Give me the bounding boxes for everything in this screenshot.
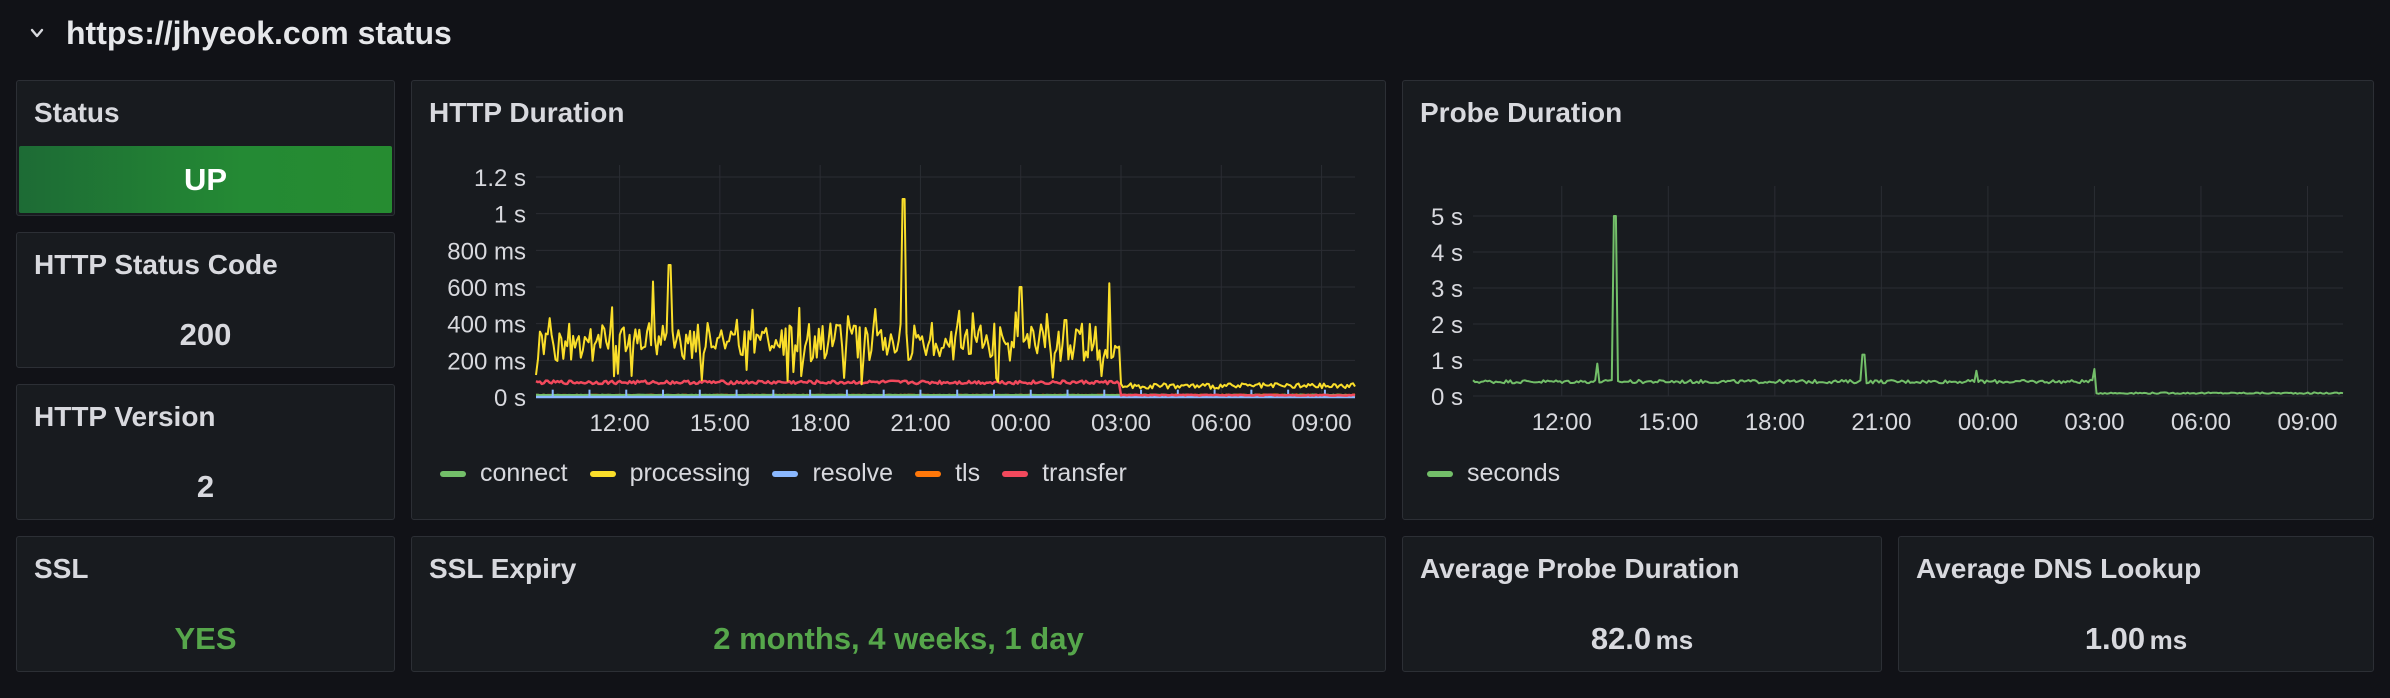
y-tick-label: 200 ms bbox=[447, 348, 526, 375]
http-status-code-panel: HTTP Status Code 200 bbox=[16, 232, 395, 368]
stat-number: 82.0 bbox=[1590, 621, 1652, 656]
row-header[interactable]: https://jhyeok.com status bbox=[30, 10, 452, 56]
http-version-value: 2 bbox=[196, 469, 215, 504]
x-tick-label: 00:00 bbox=[991, 410, 1051, 437]
y-tick-label: 1 s bbox=[494, 202, 526, 229]
y-tick-label: 5 s bbox=[1431, 204, 1463, 231]
x-tick-label: 21:00 bbox=[1851, 409, 1911, 436]
legend-label: seconds bbox=[1467, 459, 1561, 487]
legend-swatch bbox=[1002, 470, 1029, 477]
y-tick-label: 2 s bbox=[1431, 312, 1463, 339]
legend-swatch bbox=[915, 470, 942, 477]
stat-number: 1.00 bbox=[2084, 621, 2146, 656]
stat-unit: ms bbox=[1655, 625, 1694, 655]
x-tick-label: 09:00 bbox=[2277, 409, 2337, 436]
legend-swatch bbox=[440, 470, 466, 477]
series-line-seconds bbox=[1472, 215, 2344, 395]
legend-label: transfer bbox=[1042, 459, 1127, 487]
x-tick-label: 00:00 bbox=[1958, 409, 2018, 436]
chevron-down-icon bbox=[30, 28, 44, 38]
x-tick-label: 03:00 bbox=[1091, 410, 1151, 437]
panel-title: SSL bbox=[34, 553, 89, 584]
ssl-value: YES bbox=[174, 621, 237, 656]
y-tick-label: 1.2 s bbox=[474, 165, 526, 192]
x-tick-label: 03:00 bbox=[2064, 409, 2124, 436]
legend-label: resolve bbox=[812, 459, 894, 487]
y-tick-label: 4 s bbox=[1431, 240, 1463, 267]
panel-title: SSL Expiry bbox=[429, 553, 577, 584]
legend-swatch bbox=[772, 470, 799, 477]
http-version-panel: HTTP Version 2 bbox=[16, 384, 395, 520]
probe-duration-panel: Probe Duration 0 s1 s2 s3 s4 s5 s 12:00 15… bbox=[1402, 80, 2374, 520]
http-status-code-value: 200 bbox=[179, 317, 232, 352]
avg-probe-duration-value: 82.0 ms bbox=[1403, 621, 1881, 657]
row-title: https://jhyeok.com status bbox=[66, 14, 452, 51]
series-line-transfer bbox=[535, 379, 1356, 397]
y-tick-label: 3 s bbox=[1431, 276, 1463, 303]
ssl-expiry-value: 2 months, 4 weeks, 1 day bbox=[713, 621, 1084, 656]
legend-swatch bbox=[1427, 470, 1453, 477]
legend-item-connect[interactable]: connect bbox=[440, 459, 568, 488]
legend-swatch bbox=[589, 470, 616, 477]
y-tick-label: 1 s bbox=[1431, 348, 1463, 375]
panel-title: Average DNS Lookup bbox=[1916, 553, 2202, 584]
panel-title: Average Probe Duration bbox=[1420, 553, 1740, 584]
http-duration-panel: HTTP Duration 0 s 200 ms 400 ms 600 ms 800 m… bbox=[411, 80, 1386, 520]
legend-item-resolve[interactable]: resolve bbox=[772, 459, 893, 488]
status-value: UP bbox=[19, 146, 392, 213]
avg-probe-duration-panel: Average Probe Duration 82.0 ms bbox=[1402, 536, 1882, 672]
legend-label: connect bbox=[480, 459, 568, 487]
x-tick-label: 06:00 bbox=[2171, 409, 2231, 436]
panel-title: HTTP Version bbox=[34, 401, 216, 432]
legend-label: tls bbox=[955, 459, 981, 487]
ssl-panel: SSL YES bbox=[16, 536, 395, 672]
x-tick-label: 06:00 bbox=[1191, 410, 1251, 437]
x-tick-label: 18:00 bbox=[1745, 409, 1805, 436]
http-duration-chart: 0 s 200 ms 400 ms 600 ms 800 ms 1 s 1.2 s 12:00… bbox=[447, 165, 1356, 437]
y-tick-label: 0 s bbox=[494, 385, 526, 412]
chart-legend: connect processing resolve tls transfer bbox=[440, 459, 1127, 488]
legend-item-transfer[interactable]: transfer bbox=[1002, 459, 1127, 488]
x-tick-label: 12:00 bbox=[1532, 409, 1592, 436]
avg-dns-lookup-value: 1.00 ms bbox=[1899, 621, 2373, 657]
y-tick-label: 600 ms bbox=[447, 275, 526, 302]
x-tick-label: 09:00 bbox=[1292, 410, 1352, 437]
status-panel: Status UP bbox=[16, 80, 395, 216]
panel-title: HTTP Status Code bbox=[34, 249, 278, 280]
legend-item-tls[interactable]: tls bbox=[915, 459, 980, 488]
x-tick-label: 18:00 bbox=[790, 410, 850, 437]
x-tick-label: 15:00 bbox=[690, 410, 750, 437]
ssl-expiry-panel: SSL Expiry 2 months, 4 weeks, 1 day bbox=[411, 536, 1386, 672]
x-tick-label: 21:00 bbox=[890, 410, 950, 437]
avg-dns-lookup-panel: Average DNS Lookup 1.00 ms bbox=[1898, 536, 2374, 672]
x-tick-label: 12:00 bbox=[590, 410, 650, 437]
panel-title: Status bbox=[34, 97, 120, 128]
legend-item-processing[interactable]: processing bbox=[589, 459, 751, 488]
legend-label: processing bbox=[629, 459, 751, 487]
x-tick-label: 15:00 bbox=[1638, 409, 1698, 436]
stat-unit: ms bbox=[2149, 625, 2188, 655]
y-tick-label: 0 s bbox=[1431, 384, 1463, 411]
y-tick-label: 400 ms bbox=[447, 312, 526, 339]
chart-legend: seconds bbox=[1427, 459, 1560, 488]
y-tick-label: 800 ms bbox=[447, 238, 526, 265]
probe-duration-chart: 0 s 1 s 2 s 3 s 4 s 5 s 12:00 15:00 18:00 21:00 00… bbox=[1431, 186, 2344, 436]
legend-item-seconds[interactable]: seconds bbox=[1427, 459, 1560, 488]
